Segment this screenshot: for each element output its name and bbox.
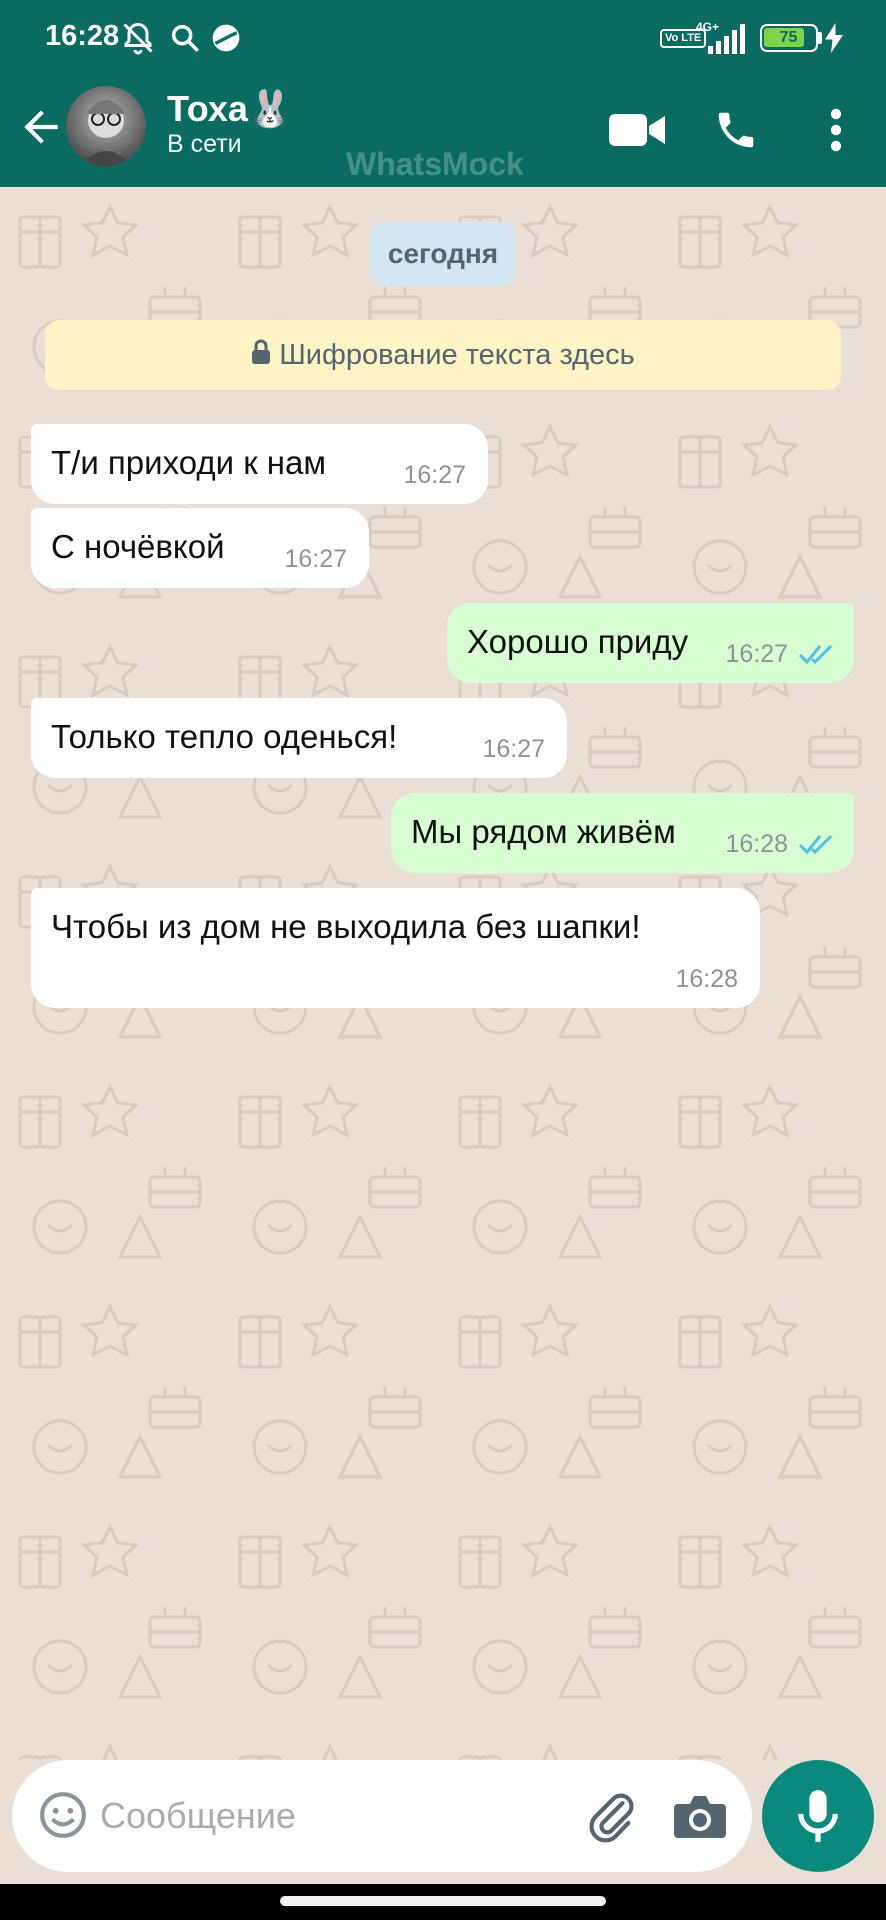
message-bubble-incoming[interactable]: Чтобы из дом не выходила без шапки! 16:2…: [31, 888, 760, 1008]
message-text: Мы рядом живём: [411, 813, 676, 850]
back-arrow-icon[interactable]: [16, 102, 66, 152]
app-bar: Тоха🐰 В сети WhatsMock: [0, 78, 886, 187]
system-nav-bar: [0, 1884, 886, 1920]
chat-header: 16:28 Vo LTE 4G+ 75 Тоха🐰 В сети WhatsMo…: [0, 0, 886, 187]
battery-level: 75: [779, 29, 798, 46]
chat-area[interactable]: сегодня Шифрование текста здесь Т/и прих…: [0, 187, 886, 1760]
message-time: 16:27: [284, 545, 347, 573]
mic-icon: [798, 1790, 838, 1842]
encryption-text: Шифрование текста здесь: [279, 339, 635, 371]
network-type: 4G+: [696, 20, 720, 34]
message-time: 16:27: [403, 461, 466, 489]
video-call-icon[interactable]: [607, 100, 667, 160]
voice-call-icon[interactable]: [706, 100, 766, 160]
message-input[interactable]: [100, 1786, 570, 1846]
attach-icon[interactable]: [584, 1788, 640, 1844]
message-text: Т/и приходи к нам: [51, 444, 327, 481]
emoji-icon[interactable]: [38, 1790, 88, 1840]
mute-notifications-icon: [120, 20, 156, 56]
camera-icon[interactable]: [672, 1790, 728, 1842]
app-status-icon: [210, 20, 242, 56]
message-time: 16:27: [725, 640, 788, 668]
charging-icon: [824, 20, 844, 56]
double-check-icon: [798, 834, 833, 855]
presence-status: В сети: [167, 130, 242, 158]
message-text: Чтобы из дом не выходила без шапки!: [51, 908, 641, 945]
double-check-icon: [798, 644, 833, 665]
status-bar: 16:28 Vo LTE 4G+ 75: [0, 0, 886, 78]
message-bubble-outgoing[interactable]: Мы рядом живём 16:28: [391, 793, 854, 873]
message-time: 16:28: [725, 830, 788, 858]
message-bubble-incoming[interactable]: Т/и приходи к нам 16:27: [31, 424, 488, 504]
signal-icon: 4G+: [694, 20, 750, 56]
contact-name[interactable]: Тоха🐰: [167, 88, 293, 130]
watermark: WhatsMock: [346, 146, 524, 182]
avatar[interactable]: [66, 86, 146, 166]
message-text: С ночёвкой: [51, 528, 225, 565]
encryption-notice[interactable]: Шифрование текста здесь: [45, 320, 841, 390]
message-time: 16:28: [675, 965, 738, 993]
date-chip: сегодня: [370, 222, 516, 286]
mic-button[interactable]: [762, 1760, 874, 1872]
message-time: 16:27: [482, 735, 545, 763]
message-text: Хорошо приду: [467, 623, 689, 660]
status-time: 16:28: [45, 20, 120, 52]
lock-icon: [251, 321, 271, 391]
message-composer[interactable]: [12, 1760, 752, 1872]
message-bubble-incoming[interactable]: Только тепло оденься! 16:27: [31, 698, 567, 778]
search-status-icon: [168, 20, 202, 56]
home-gesture-bar[interactable]: [280, 1896, 606, 1906]
message-bubble-incoming[interactable]: С ночёвкой 16:27: [31, 508, 369, 588]
message-text: Только тепло оденься!: [51, 718, 398, 755]
more-options-icon[interactable]: [806, 100, 866, 160]
battery-icon: 75: [760, 20, 822, 56]
message-bubble-outgoing[interactable]: Хорошо приду 16:27: [447, 603, 854, 683]
